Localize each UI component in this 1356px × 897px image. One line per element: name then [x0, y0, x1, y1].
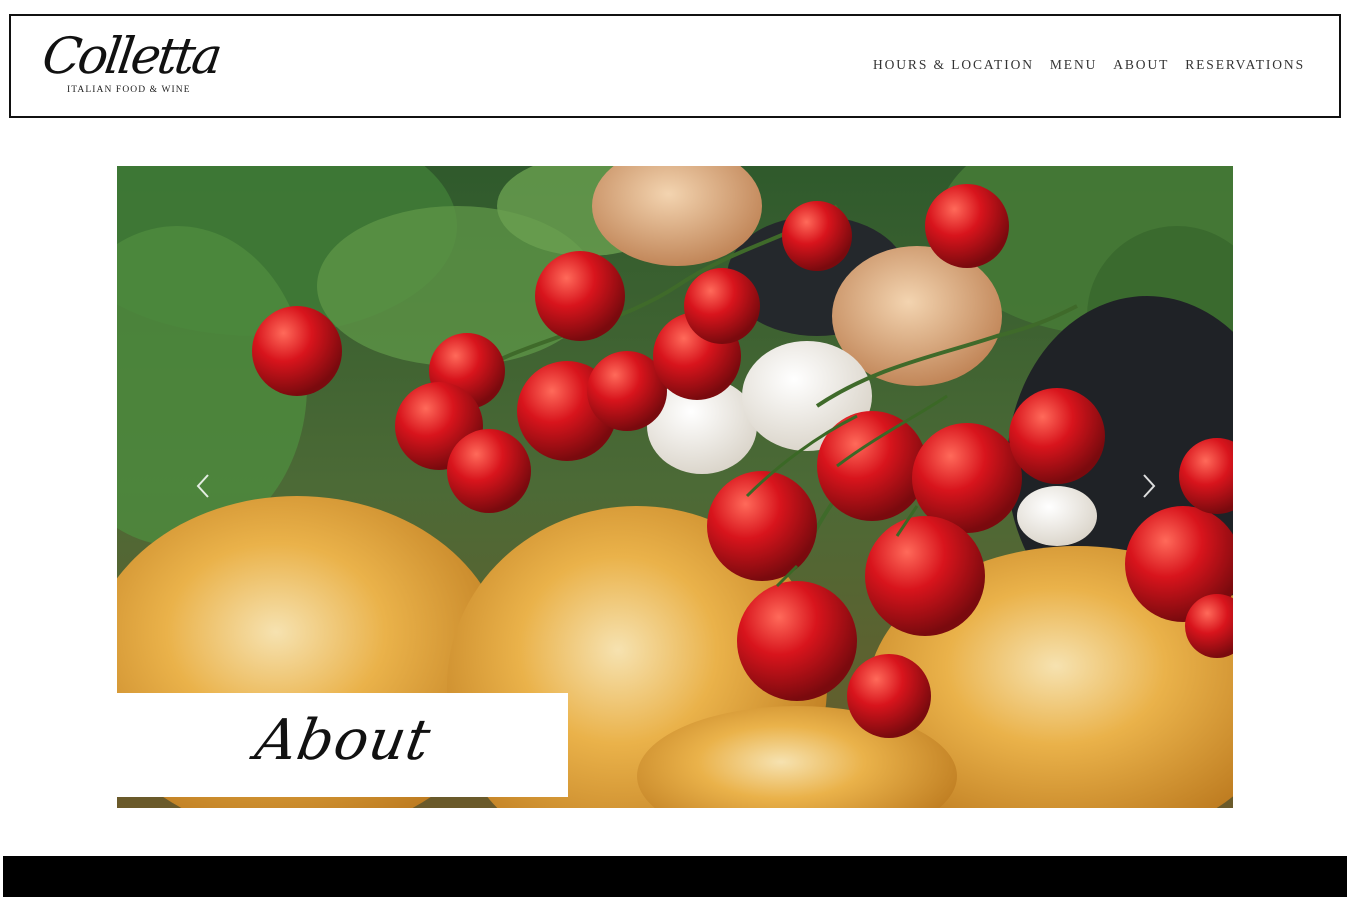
site-header: Colletta ITALIAN FOOD & WINE HOURS & LOC…: [9, 14, 1341, 118]
page-title: About: [250, 708, 436, 773]
logo[interactable]: Colletta ITALIAN FOOD & WINE: [39, 27, 233, 98]
carousel-prev-button[interactable]: [193, 471, 215, 501]
chevron-left-icon: [196, 474, 209, 498]
chevron-right-icon: [1143, 474, 1156, 498]
logo-tagline: ITALIAN FOOD & WINE: [67, 85, 191, 95]
nav-item-hours-location[interactable]: HOURS & LOCATION: [873, 57, 1034, 73]
main-nav: HOURS & LOCATION MENU ABOUT RESERVATIONS: [873, 57, 1305, 73]
nav-item-reservations[interactable]: RESERVATIONS: [1185, 57, 1305, 73]
footer-bar: [3, 856, 1347, 897]
nav-item-about[interactable]: ABOUT: [1113, 57, 1169, 73]
hero-title-box: About: [117, 693, 568, 797]
page: Colletta ITALIAN FOOD & WINE HOURS & LOC…: [0, 0, 1356, 897]
logo-wordmark: Colletta: [38, 27, 224, 85]
nav-item-menu[interactable]: MENU: [1050, 57, 1097, 73]
carousel-next-button[interactable]: [1138, 471, 1160, 501]
